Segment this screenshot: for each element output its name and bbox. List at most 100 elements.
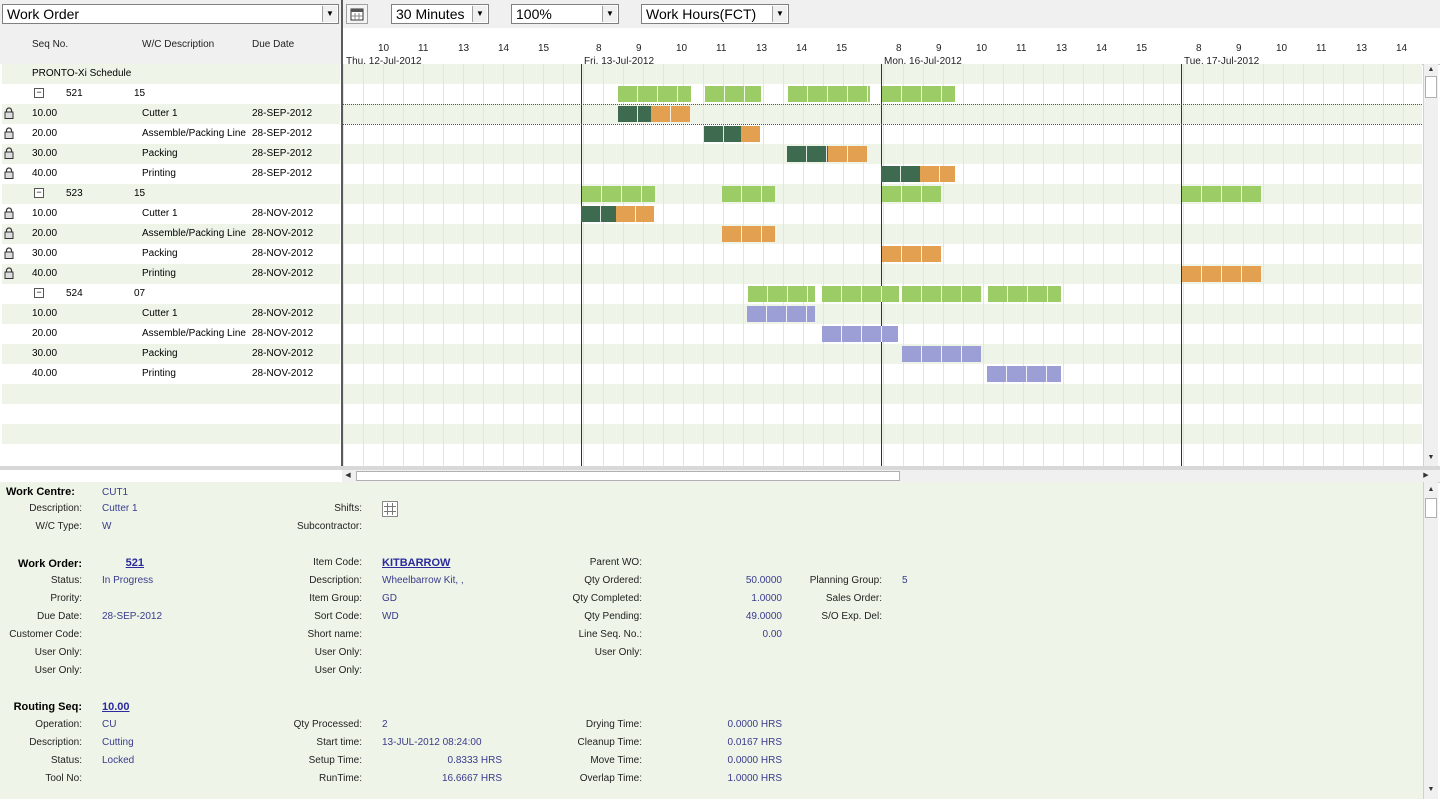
gantt-summary-bar[interactable]: [822, 286, 899, 302]
lock-icon: [4, 247, 14, 259]
collapse-icon[interactable]: −: [34, 88, 44, 98]
table-row[interactable]: 20.00 Assemble/Packing Line 28-NOV-2012: [2, 224, 340, 244]
table-row[interactable]: 40.00 Printing 28-NOV-2012: [2, 264, 340, 284]
gantt-summary-bar[interactable]: [1182, 186, 1261, 202]
calendar-button[interactable]: [346, 4, 368, 24]
calendar-icon: [350, 8, 364, 21]
work-order-number: 524: [66, 288, 83, 299]
gantt-summary-bar[interactable]: [788, 86, 870, 102]
gantt-operation-bar[interactable]: [741, 126, 760, 142]
table-row[interactable]: [2, 404, 340, 424]
gantt-summary-bar[interactable]: [748, 286, 815, 302]
gantt-operation-bar[interactable]: [787, 146, 828, 162]
table-row[interactable]: 30.00 Packing 28-NOV-2012: [2, 344, 340, 364]
gantt-operation-bar[interactable]: [747, 306, 815, 322]
sort-code-value: WD: [382, 611, 399, 622]
gantt-operation-bar[interactable]: [722, 226, 775, 242]
gantt-operation-bar[interactable]: [581, 206, 616, 222]
work-centre-label: Work Centre:: [6, 486, 75, 498]
lock-icon: [4, 107, 14, 119]
calendar-select[interactable]: Work Hours(FCT) ▼: [641, 4, 789, 24]
gantt-operation-bar[interactable]: [822, 326, 898, 342]
gantt-operation-bar[interactable]: [616, 206, 654, 222]
table-row[interactable]: 30.00 Packing 28-SEP-2012: [2, 144, 340, 164]
chevron-down-icon[interactable]: ▼: [772, 6, 787, 22]
gantt-summary-bar[interactable]: [705, 86, 761, 102]
overlap-time-label: Overlap Time:: [579, 773, 642, 784]
chevron-down-icon[interactable]: ▼: [322, 6, 337, 22]
scroll-right-icon[interactable]: ▶: [1420, 470, 1432, 482]
column-header-due[interactable]: Due Date: [252, 39, 294, 50]
gantt-summary-bar[interactable]: [722, 186, 775, 202]
due-date: 28-NOV-2012: [252, 208, 314, 219]
gantt-summary-bar[interactable]: [988, 286, 1061, 302]
gantt-operation-bar[interactable]: [987, 366, 1061, 382]
table-row[interactable]: 30.00 Packing 28-NOV-2012: [2, 244, 340, 264]
gantt-operation-bar[interactable]: [902, 346, 982, 362]
table-row[interactable]: − 521 15: [2, 84, 340, 104]
shifts-button[interactable]: [382, 501, 398, 517]
table-row[interactable]: − 524 07: [2, 284, 340, 304]
gantt-operation-bar[interactable]: [618, 106, 651, 122]
zoom-select[interactable]: 100% ▼: [511, 4, 619, 24]
hour-tick: 10: [378, 43, 390, 54]
gantt-operation-bar[interactable]: [828, 146, 867, 162]
scroll-up-icon[interactable]: ▲: [1425, 64, 1437, 76]
scroll-thumb[interactable]: [1425, 76, 1437, 98]
hour-tick: 8: [896, 43, 902, 54]
detail-vertical-scrollbar[interactable]: ▲ ▼: [1423, 482, 1438, 799]
collapse-icon[interactable]: −: [34, 288, 44, 298]
column-header-wc[interactable]: W/C Description: [142, 39, 214, 50]
item-code-link[interactable]: KITBARROW: [382, 557, 450, 569]
view-select[interactable]: Work Order ▼: [2, 4, 339, 24]
gantt-operation-bar[interactable]: [704, 126, 741, 142]
move-time-value: 0.0000 HRS: [727, 755, 782, 766]
detail-panel: [0, 482, 1424, 799]
routing-seq-link[interactable]: 10.00: [102, 701, 130, 713]
scroll-thumb[interactable]: [356, 471, 900, 481]
table-row[interactable]: 10.00 Cutter 1 28-NOV-2012: [2, 304, 340, 324]
table-row[interactable]: 20.00 Assemble/Packing Line 28-NOV-2012: [2, 324, 340, 344]
table-row[interactable]: 10.00 Cutter 1 28-NOV-2012: [2, 204, 340, 224]
table-row[interactable]: 10.00 Cutter 1 28-SEP-2012: [2, 104, 340, 124]
due-date: 28-NOV-2012: [252, 328, 314, 339]
gantt-summary-bar[interactable]: [902, 286, 982, 302]
scroll-down-icon[interactable]: ▼: [1425, 452, 1437, 464]
table-row[interactable]: 40.00 Printing 28-NOV-2012: [2, 364, 340, 384]
view-select-value: Work Order: [7, 6, 80, 22]
table-row[interactable]: PRONTO-Xi Schedule: [2, 64, 340, 84]
table-row[interactable]: [2, 424, 340, 444]
work-order-number: 523: [66, 188, 83, 199]
chevron-down-icon[interactable]: ▼: [602, 6, 617, 22]
gantt-vertical-scrollbar[interactable]: ▲ ▼: [1423, 64, 1438, 466]
scroll-up-icon[interactable]: ▲: [1425, 484, 1437, 496]
gantt-summary-bar[interactable]: [882, 86, 955, 102]
interval-select[interactable]: 30 Minutes ▼: [391, 4, 489, 24]
table-row[interactable]: [2, 444, 340, 464]
scroll-down-icon[interactable]: ▼: [1425, 784, 1437, 796]
gantt-operation-bar[interactable]: [651, 106, 691, 122]
gantt-summary-bar[interactable]: [882, 186, 941, 202]
gantt-operation-bar[interactable]: [882, 246, 941, 262]
table-row[interactable]: 40.00 Printing 28-SEP-2012: [2, 164, 340, 184]
gantt-summary-bar[interactable]: [618, 86, 691, 102]
item-group-label: Item Group:: [309, 593, 362, 604]
hour-tick: 15: [836, 43, 848, 54]
column-header-seq[interactable]: Seq No.: [32, 39, 68, 50]
schedule-tree: PRONTO-Xi Schedule − 521 15 10.00 Cutter 1 28-…: [0, 64, 341, 466]
collapse-icon[interactable]: −: [34, 188, 44, 198]
table-row[interactable]: 20.00 Assemble/Packing Line 28-SEP-2012: [2, 124, 340, 144]
gantt-operation-bar[interactable]: [920, 166, 955, 182]
gantt-operation-bar[interactable]: [881, 166, 920, 182]
table-row[interactable]: [2, 384, 340, 404]
scroll-thumb[interactable]: [1425, 498, 1437, 518]
seq-number: 20.00: [32, 328, 58, 339]
gantt-summary-bar[interactable]: [582, 186, 655, 202]
gantt-operation-bar[interactable]: [1182, 266, 1261, 282]
work-order-link[interactable]: 521: [102, 557, 144, 569]
hour-tick: 10: [1276, 43, 1288, 54]
scroll-left-icon[interactable]: ◀: [342, 470, 354, 482]
table-row[interactable]: − 523 15: [2, 184, 340, 204]
wc-description: Cutter 1: [142, 108, 178, 119]
chevron-down-icon[interactable]: ▼: [472, 6, 487, 22]
